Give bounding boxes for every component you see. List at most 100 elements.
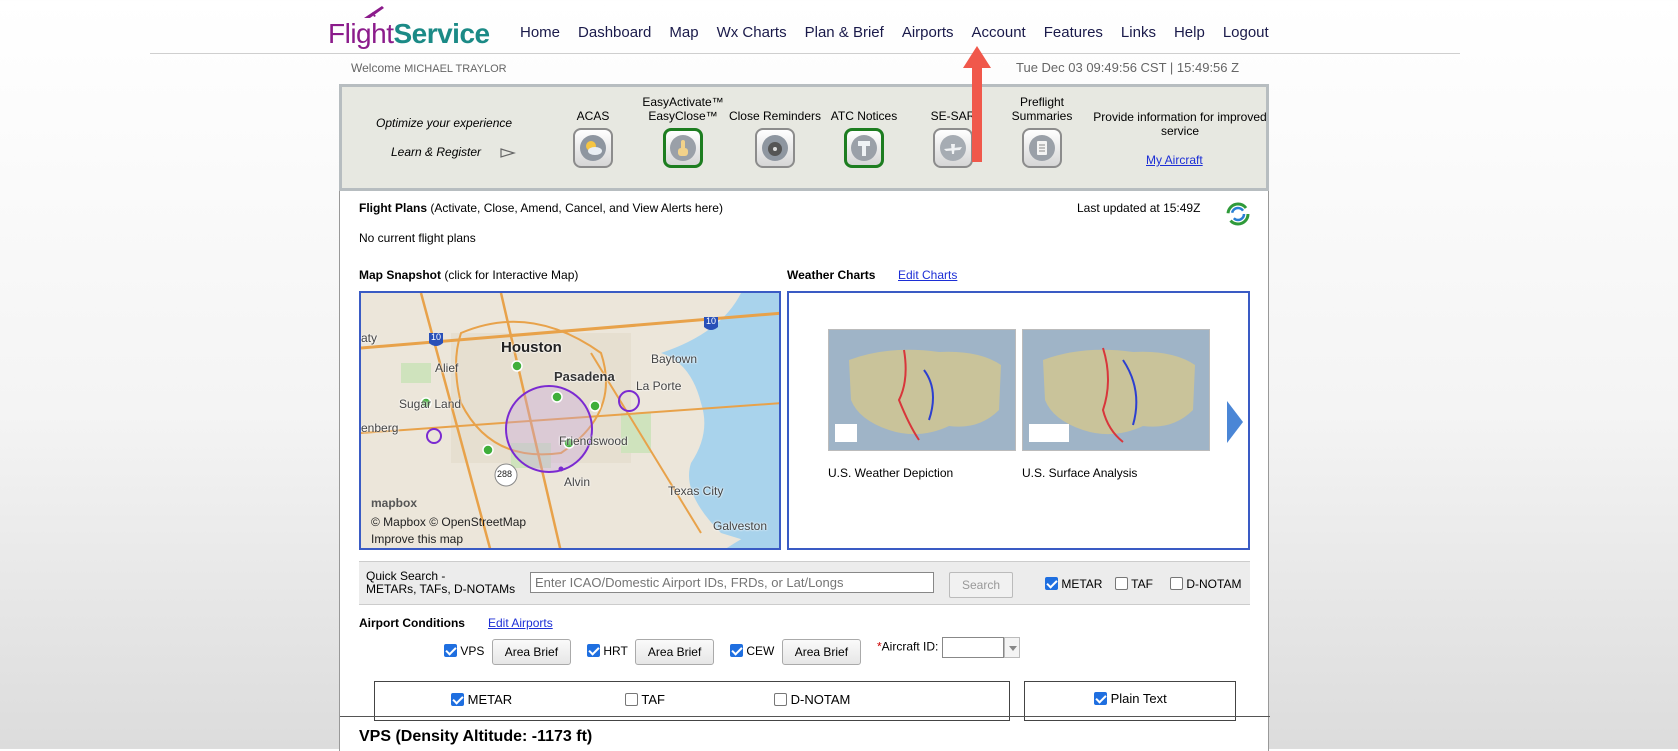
qs-dnotam-option[interactable]: D-NOTAM [1170, 577, 1241, 591]
flight-plans-heading: Flight Plans (Activate, Close, Amend, Ca… [359, 201, 723, 215]
improve-map-link[interactable]: Improve this map [371, 532, 463, 546]
reminder-disc-icon [762, 135, 788, 161]
my-aircraft-link[interactable]: My Aircraft [1146, 153, 1203, 167]
checkbox[interactable] [1045, 577, 1058, 590]
checkbox[interactable] [444, 644, 457, 658]
clipboard-icon [1029, 135, 1055, 161]
feature-button[interactable] [755, 128, 795, 168]
feature-label: Preflight Summaries [1011, 95, 1073, 123]
nav-airports[interactable]: Airports [902, 24, 954, 46]
checkbox[interactable] [774, 693, 787, 706]
feature-button[interactable] [573, 128, 613, 168]
checkbox[interactable] [1115, 577, 1128, 590]
checkbox[interactable] [1094, 692, 1107, 705]
weather-depiction-caption: U.S. Weather Depiction [828, 466, 954, 480]
feature-button[interactable] [1022, 128, 1062, 168]
feature-bar: Optimize your experience Learn & Registe… [339, 84, 1269, 191]
qs-taf-option[interactable]: TAF [1115, 577, 1153, 591]
quick-search-input[interactable] [530, 572, 934, 593]
quick-search-bar: Quick Search - METARs, TAFs, D-NOTAMs Se… [359, 561, 1250, 605]
user-name: MICHAEL TRAYLOR [404, 63, 507, 75]
main-panel: Flight Plans (Activate, Close, Amend, Ca… [339, 191, 1270, 751]
map-label-alvin: Alvin [564, 475, 591, 489]
feature-preflight-summaries[interactable]: Preflight Summaries [992, 95, 1092, 168]
airport-cew: CEW Area Brief [730, 639, 862, 665]
edit-airports-link[interactable]: Edit Airports [488, 616, 553, 630]
map-label-alief: Alief [435, 361, 459, 375]
us-map-chart-icon [829, 330, 1015, 450]
feature-easyactivate[interactable]: EasyActivate™ EasyClose™ [633, 95, 733, 168]
report-taf-option[interactable]: TAF [625, 692, 665, 707]
map-label-i10-east: 10 [706, 316, 717, 326]
airport-conditions-title: Airport Conditions [359, 616, 465, 630]
aircraft-id-input[interactable] [941, 637, 1004, 658]
nav-account[interactable]: Account [972, 24, 1026, 46]
map-snapshot-title: Map Snapshot [359, 268, 442, 282]
nav-help[interactable]: Help [1174, 24, 1205, 46]
map-credit[interactable]: © Mapbox © OpenStreetMap [371, 515, 526, 529]
quick-search-label: Quick Search - METARs, TAFs, D-NOTAMs [366, 569, 516, 596]
airport-id: CEW [746, 644, 775, 659]
edit-charts-link[interactable]: Edit Charts [898, 268, 957, 282]
area-brief-button[interactable]: Area Brief [781, 639, 862, 665]
datetime-display: Tue Dec 03 09:49:56 CST | 15:49:56 Z [1016, 60, 1240, 75]
area-brief-button[interactable]: Area Brief [634, 639, 715, 665]
area-brief-button[interactable]: Area Brief [491, 639, 572, 665]
nav-map[interactable]: Map [669, 24, 698, 46]
report-dnotam-option[interactable]: D-NOTAM [774, 692, 850, 707]
nav-home[interactable]: Home [520, 24, 560, 46]
checkbox[interactable] [730, 644, 743, 658]
feature-acas[interactable]: ACAS [543, 95, 643, 168]
nav-plan-brief[interactable]: Plan & Brief [805, 24, 884, 46]
plain-text-option[interactable]: Plain Text [1094, 691, 1167, 706]
nav-features[interactable]: Features [1044, 24, 1103, 46]
learn-register-link[interactable]: Learn & Register [391, 145, 481, 159]
us-map-chart-icon [1023, 330, 1209, 450]
aircraft-id-label: Aircraft ID: [881, 639, 939, 654]
map-label-rosenberg: enberg [361, 421, 399, 435]
report-metar-option[interactable]: METAR [451, 692, 512, 707]
brand-flight: Flight [328, 18, 394, 49]
chevron-down-icon[interactable] [1003, 637, 1020, 658]
feature-button[interactable] [663, 128, 703, 168]
feature-atc-notices[interactable]: ATC Notices [814, 95, 914, 168]
flight-plans-subtitle: (Activate, Close, Amend, Cancel, and Vie… [430, 201, 723, 215]
map-label-houston: Houston [501, 339, 562, 356]
nav-logout[interactable]: Logout [1223, 24, 1269, 46]
checkbox[interactable] [451, 693, 464, 706]
checkbox[interactable] [625, 693, 638, 706]
map-snapshot-subtitle: (click for Interactive Map) [444, 268, 579, 282]
airport-vps: VPS Area Brief [444, 639, 572, 665]
qs-metar-option[interactable]: METAR [1045, 577, 1102, 591]
refresh-icon[interactable] [1226, 202, 1250, 226]
provide-info-text: Provide information for improved service [1093, 110, 1267, 138]
chevron-right-icon[interactable] [1225, 399, 1245, 445]
map-label-katy: aty [361, 331, 378, 345]
checkbox[interactable] [587, 644, 600, 658]
surface-analysis-thumbnail[interactable] [1022, 329, 1210, 451]
map-label-friendswood: Friendswood [559, 434, 628, 448]
feature-label: ATC Notices [830, 109, 898, 123]
nav-wx-charts[interactable]: Wx Charts [717, 24, 787, 46]
annotation-arrow-icon [963, 46, 991, 162]
welcome-prefix: Welcome [351, 61, 401, 75]
map-snapshot[interactable]: Houston Pasadena Baytown La Porte Alief … [359, 291, 781, 550]
weather-depiction-thumbnail[interactable] [828, 329, 1016, 451]
map-label-pasadena: Pasadena [554, 369, 615, 384]
feature-close-reminders[interactable]: Close Reminders [725, 95, 825, 168]
airport-id: VPS [460, 644, 485, 659]
checkbox[interactable] [1170, 577, 1183, 590]
map-label-i10-west: 10 [431, 332, 442, 342]
optimize-text: Optimize your experience [376, 116, 513, 130]
mapbox-logo[interactable]: mapbox [371, 496, 417, 510]
feature-label: ACAS [576, 109, 610, 123]
play-arrow-icon[interactable] [500, 148, 516, 158]
map-label-texas-city: Texas City [668, 484, 724, 498]
nav-links[interactable]: Links [1121, 24, 1156, 46]
feature-button[interactable] [844, 128, 884, 168]
no-flight-plans-text: No current flight plans [359, 231, 476, 245]
nav-dashboard[interactable]: Dashboard [578, 24, 651, 46]
flightservice-logo[interactable]: FlightService [328, 4, 508, 49]
search-button[interactable]: Search [949, 572, 1013, 598]
feature-label: Close Reminders [728, 109, 822, 123]
